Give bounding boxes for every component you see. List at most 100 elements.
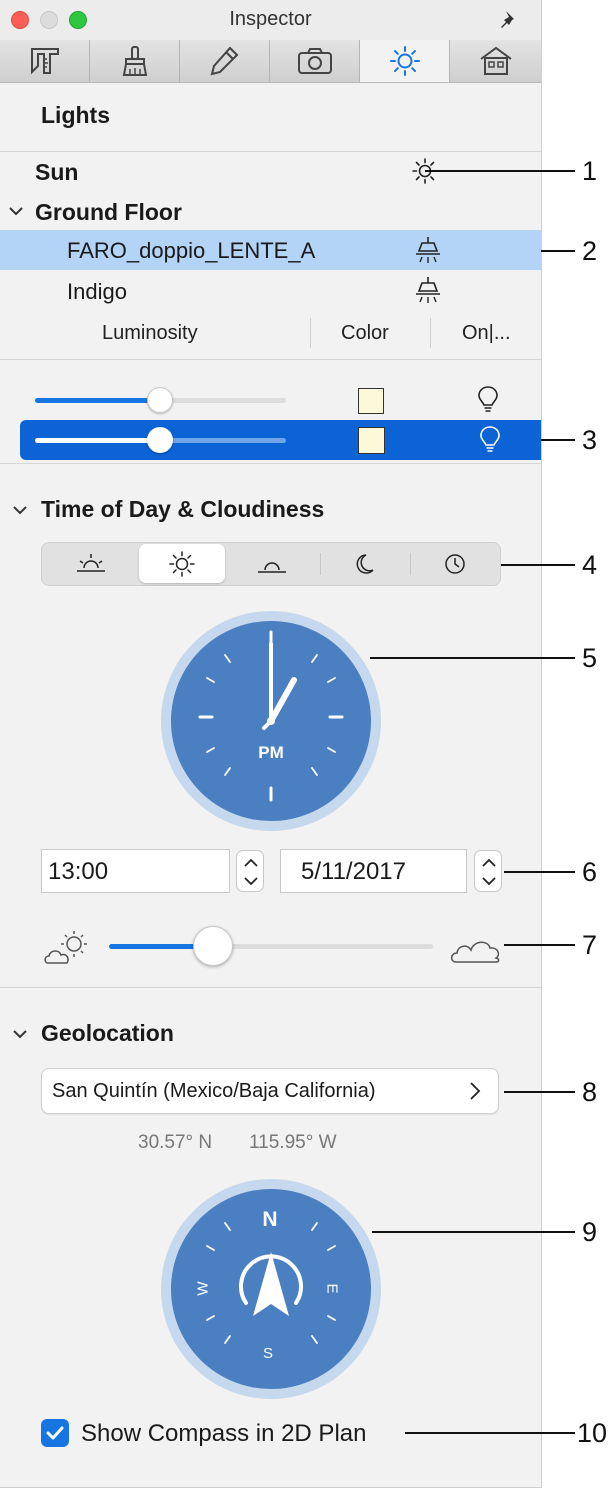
time-field[interactable]: 13:00 — [41, 849, 230, 893]
chevron-down-icon[interactable] — [8, 205, 24, 217]
column-header-luminosity[interactable]: Luminosity — [102, 322, 198, 345]
divider — [0, 359, 541, 360]
segment-custom-time[interactable] — [411, 543, 499, 585]
light-item-sun[interactable]: Sun — [35, 159, 78, 186]
camera-icon — [297, 48, 332, 74]
callout-3: 3 — [582, 425, 598, 455]
show-compass-label[interactable]: Show Compass in 2D Plan — [81, 1420, 366, 1448]
show-compass-checkbox[interactable] — [41, 1419, 69, 1447]
callout-line — [504, 1091, 575, 1093]
compass-west-label: W — [194, 1281, 212, 1296]
callout-line — [405, 1432, 575, 1434]
light-item-indigo[interactable]: Indigo — [67, 279, 127, 305]
window-title: Inspector — [229, 8, 312, 30]
title-bar: Inspector — [0, 0, 541, 40]
location-label: San Quintín (Mexico/Baja California) — [52, 1080, 376, 1102]
moon-icon — [356, 554, 374, 574]
callout-line — [504, 944, 575, 946]
callout-1: 1 — [582, 156, 598, 186]
geolocation-heading[interactable]: Geolocation — [41, 1020, 174, 1047]
sunset-icon — [258, 562, 286, 573]
tab-building[interactable] — [450, 40, 541, 82]
cloud-icon — [450, 941, 500, 963]
light-item-faro[interactable]: FARO_doppio_LENTE_A — [67, 238, 315, 264]
chevron-down-icon[interactable] — [12, 504, 28, 516]
lights-heading: Lights — [41, 102, 110, 128]
checkmark-icon — [46, 1426, 64, 1440]
lamp-icon — [416, 237, 440, 263]
callout-7: 7 — [582, 930, 598, 960]
callout-line — [370, 657, 575, 659]
location-button[interactable]: San Quintín (Mexico/Baja California) — [41, 1068, 499, 1114]
time-dial[interactable] — [160, 610, 382, 832]
pin-icon[interactable] — [497, 8, 521, 32]
segment-night[interactable] — [321, 543, 409, 585]
tab-dimensions[interactable] — [0, 40, 90, 82]
segment-day[interactable] — [139, 544, 225, 583]
date-field[interactable]: 5/11/2017 — [280, 849, 467, 893]
callout-line — [541, 250, 575, 252]
stepper-arrows-icon — [244, 858, 258, 886]
date-stepper[interactable] — [474, 850, 502, 892]
sunrise-icon — [77, 554, 105, 572]
callout-line — [425, 170, 575, 172]
column-divider — [310, 318, 311, 348]
segment-sunset[interactable] — [228, 543, 316, 585]
sun-icon — [389, 46, 420, 76]
divider — [0, 987, 541, 988]
chevron-down-icon[interactable] — [12, 1028, 28, 1040]
sun-icon — [169, 550, 195, 577]
time-stepper[interactable] — [236, 850, 264, 892]
callout-4: 4 — [582, 550, 598, 580]
callout-10: 10 — [577, 1418, 608, 1448]
lamp-icon — [416, 277, 440, 303]
light-color-swatch[interactable] — [358, 427, 385, 454]
latitude-label: 30.57° N — [138, 1132, 213, 1153]
longitude-label: 115.95° W — [249, 1132, 337, 1153]
compass-north-label: N — [262, 1208, 278, 1231]
inspector-tabs — [0, 40, 541, 83]
brush-icon — [122, 46, 147, 76]
column-divider — [430, 318, 431, 348]
compass-east-label: E — [323, 1283, 341, 1294]
callout-line — [541, 439, 575, 441]
divider — [0, 463, 541, 464]
cloudiness-slider-thumb[interactable] — [193, 926, 233, 966]
callout-line — [372, 1231, 575, 1233]
luminosity-slider-fill — [35, 438, 158, 443]
tab-materials[interactable] — [90, 40, 180, 82]
divider — [0, 151, 541, 152]
tab-lights[interactable] — [360, 40, 450, 82]
luminosity-slider-thumb[interactable] — [147, 427, 173, 453]
chevron-right-icon — [470, 1082, 481, 1100]
callout-9: 9 — [582, 1217, 598, 1247]
callout-line — [504, 871, 575, 873]
bulb-icon[interactable] — [476, 384, 500, 416]
light-color-swatch[interactable] — [358, 388, 384, 414]
ruler-caliper-icon — [30, 48, 59, 75]
column-header-on[interactable]: On|... — [462, 322, 511, 345]
luminosity-slider-fill — [35, 398, 158, 403]
clock-icon — [445, 554, 465, 574]
tab-edit[interactable] — [180, 40, 270, 82]
luminosity-slider-thumb[interactable] — [147, 387, 173, 413]
stepper-arrows-icon — [482, 858, 496, 886]
callout-6: 6 — [582, 857, 598, 887]
clock-am-pm-label: PM — [258, 743, 284, 762]
column-header-color[interactable]: Color — [341, 322, 389, 345]
callout-2: 2 — [582, 236, 598, 266]
time-of-day-heading[interactable]: Time of Day & Cloudiness — [41, 496, 324, 523]
callout-8: 8 — [582, 1077, 598, 1107]
house-icon — [479, 46, 512, 75]
inspector-panel: Inspector Lights Sun Ground Floor FARO_d… — [0, 0, 542, 1488]
bulb-icon[interactable] — [478, 424, 502, 456]
segment-sunrise[interactable] — [46, 543, 136, 585]
light-group-ground-floor[interactable]: Ground Floor — [35, 199, 182, 226]
sunny-cloud-icon — [44, 931, 87, 964]
callout-5: 5 — [582, 643, 598, 673]
compass-south-label: S — [263, 1345, 274, 1362]
callout-line — [501, 564, 575, 566]
tab-camera[interactable] — [270, 40, 360, 82]
cloudiness-slider-track[interactable] — [109, 944, 433, 949]
pencil-icon — [210, 46, 238, 76]
